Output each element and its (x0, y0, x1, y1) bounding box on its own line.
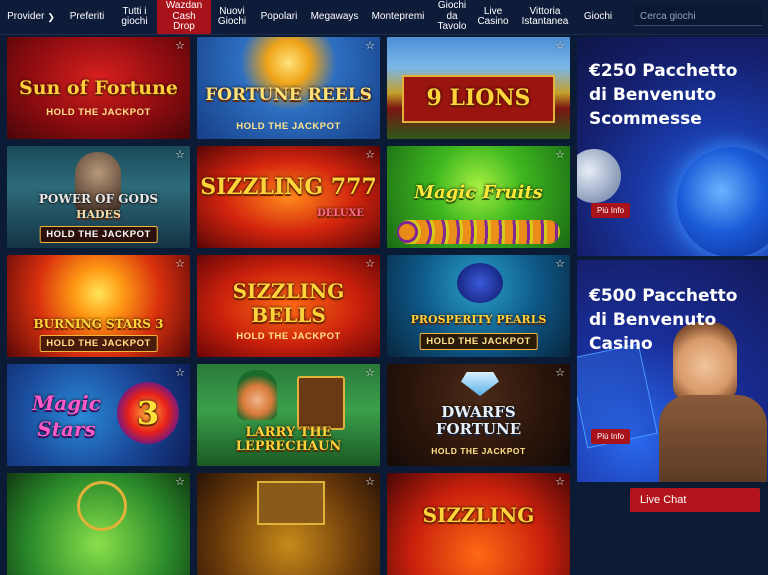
game-subtitle: HOLD THE JACKPOT (46, 107, 151, 118)
nav-giochi[interactable]: Giochi (576, 0, 620, 34)
game-title: PROSPERITY PEARLS (410, 313, 547, 326)
game-tile-9-lions[interactable]: 9 LIONS ☆ (387, 37, 570, 139)
diamond-graphic (461, 372, 499, 396)
nav-label: Tutti i giochi (121, 5, 148, 27)
star-outline-icon[interactable]: ☆ (175, 259, 185, 270)
game-subtitle: HOLD THE JACKPOT (39, 335, 158, 352)
game-title-2: DELUXE (317, 208, 364, 219)
star-outline-icon[interactable]: ☆ (365, 259, 375, 270)
live-chat-button[interactable]: Live Chat (630, 488, 760, 512)
nav-megaways[interactable]: Megaways (305, 0, 364, 34)
volleyball-graphic (577, 149, 621, 203)
more-info-button[interactable]: Più Info (591, 429, 631, 444)
live-chat-label: Live Chat (640, 494, 687, 506)
nav-label: Giochi da Tavolo (437, 0, 467, 33)
star-outline-icon[interactable]: ☆ (365, 41, 375, 52)
nav-nuovi-giochi[interactable]: Nuovi Giochi (211, 0, 253, 34)
game-title: BURNING STARS 3 (33, 317, 164, 331)
nav-label: Giochi (583, 10, 613, 22)
game-subtitle: HOLD THE JACKPOT (419, 333, 538, 350)
game-tile-partial-2[interactable]: ☆ (197, 473, 380, 575)
game-title: LARRY THE LEPRECHAUN (235, 425, 342, 454)
game-tile-burning-stars-3[interactable]: BURNING STARS 3 HOLD THE JACKPOT ☆ (7, 255, 190, 357)
star-outline-icon[interactable]: ☆ (555, 150, 565, 161)
search-box (634, 6, 762, 26)
star-outline-icon[interactable]: ☆ (175, 41, 185, 52)
game-title-2: 3 (136, 394, 160, 432)
game-tile-fortune-reels[interactable]: FORTUNE REELS HOLD THE JACKPOT ☆ (197, 37, 380, 139)
game-tile-partial-3[interactable]: SIZZLING ☆ (387, 473, 570, 575)
nav-label: Live Casino (477, 5, 509, 27)
nav-label: Popolari (260, 10, 298, 22)
star-outline-icon[interactable]: ☆ (175, 477, 185, 488)
star-outline-icon[interactable]: ☆ (555, 41, 565, 52)
game-grid: Sun of Fortune HOLD THE JACKPOT ☆ FORTUN… (7, 37, 572, 575)
more-info-button[interactable]: Più Info (591, 203, 631, 218)
football-graphic (677, 147, 768, 256)
nav-label: Wazdan Cash Drop (165, 0, 203, 33)
star-outline-icon[interactable]: ☆ (365, 150, 375, 161)
game-tile-prosperity-pearls[interactable]: PROSPERITY PEARLS HOLD THE JACKPOT ☆ (387, 255, 570, 357)
game-subtitle: HOLD THE JACKPOT (431, 446, 526, 456)
nav-label: Preferiti (69, 10, 105, 22)
nav-live-casino[interactable]: Live Casino (472, 0, 514, 34)
game-tile-dwarfs-fortune[interactable]: DWARFS FORTUNE HOLD THE JACKPOT ☆ (387, 364, 570, 466)
nav-label: Megaways (310, 10, 359, 22)
promo-sports[interactable]: €250 Pacchetto di Benvenuto Scommesse Pi… (577, 37, 768, 256)
game-tile-sizzling-bells[interactable]: SIZZLING BELLS HOLD THE JACKPOT ☆ (197, 255, 380, 357)
nav-popolari[interactable]: Popolari (253, 0, 305, 34)
nav-label: Montepremi (371, 10, 425, 22)
game-title: DWARFS FORTUNE (435, 403, 522, 438)
promo-heading: €250 Pacchetto di Benvenuto Scommesse (589, 61, 738, 129)
nav-montepremi[interactable]: Montepremi (364, 0, 432, 34)
star-outline-icon[interactable]: ☆ (555, 477, 565, 488)
game-title: SIZZLING 777 (200, 174, 377, 200)
search-input[interactable] (634, 7, 762, 26)
fruits-decoration (397, 220, 560, 244)
star-outline-icon[interactable]: ☆ (365, 368, 375, 379)
game-title: Magic Fruits (414, 182, 543, 203)
game-tile-sun-of-fortune[interactable]: Sun of Fortune HOLD THE JACKPOT ☆ (7, 37, 190, 139)
game-tile-sizzling-777[interactable]: SIZZLING 777 DELUXE ☆ (197, 146, 380, 248)
star-outline-icon[interactable]: ☆ (555, 368, 565, 379)
game-title: Magic Stars (32, 391, 101, 441)
star-outline-icon[interactable]: ☆ (365, 477, 375, 488)
game-title: SIZZLING (422, 503, 535, 527)
game-tile-magic-fruits[interactable]: Magic Fruits ☆ (387, 146, 570, 248)
book-graphic (297, 376, 345, 430)
game-title: FORTUNE REELS (205, 85, 372, 105)
game-title: 9 LIONS (426, 85, 531, 111)
ring-graphic (77, 481, 127, 531)
nav-wazdan-cash-drop[interactable]: Wazdan Cash Drop (157, 0, 211, 34)
nav-provider-label: Provider (7, 10, 45, 22)
game-title: SIZZLING BELLS (232, 279, 345, 327)
star-outline-icon[interactable]: ☆ (175, 368, 185, 379)
game-subtitle: HOLD THE JACKPOT (39, 226, 158, 243)
nav-giochi-da-tavolo[interactable]: Giochi da Tavolo (432, 0, 472, 34)
game-title: POWER OF GODS (38, 192, 159, 206)
game-title: Sun of Fortune (18, 77, 179, 99)
nav-tutti-i-giochi[interactable]: Tutti i giochi (112, 0, 157, 34)
game-subtitle: HOLD THE JACKPOT (236, 331, 341, 342)
nav-label: Nuovi Giochi (217, 5, 247, 27)
nav-preferiti[interactable]: Preferiti (62, 0, 112, 34)
nav-vittoria-istantanea[interactable]: Vittoria Istantanea (514, 0, 576, 34)
star-outline-icon[interactable]: ☆ (555, 259, 565, 270)
nav-label: Vittoria Istantanea (521, 5, 569, 27)
chest-graphic (257, 481, 325, 525)
game-tile-power-of-gods-hades[interactable]: POWER OF GODS HADES HOLD THE JACKPOT ☆ (7, 146, 190, 248)
game-tile-larry-the-leprechaun[interactable]: LARRY THE LEPRECHAUN ☆ (197, 364, 380, 466)
game-subtitle: HOLD THE JACKPOT (236, 121, 341, 132)
promo-heading: €500 Pacchetto di Benvenuto Casino (589, 286, 738, 354)
star-outline-icon[interactable]: ☆ (175, 150, 185, 161)
promo-casino[interactable]: €500 Pacchetto di Benvenuto Casino Più I… (577, 260, 768, 482)
mascot-body (659, 395, 767, 482)
game-tile-magic-stars-3[interactable]: Magic Stars 3 ☆ (7, 364, 190, 466)
leprechaun-character (237, 370, 277, 420)
dragon-graphic (457, 263, 503, 303)
nav-provider[interactable]: Provider ❯ (0, 0, 62, 34)
game-tile-partial-1[interactable]: ☆ (7, 473, 190, 575)
game-title-2: HADES (76, 208, 121, 221)
chevron-right-icon: ❯ (47, 11, 55, 22)
